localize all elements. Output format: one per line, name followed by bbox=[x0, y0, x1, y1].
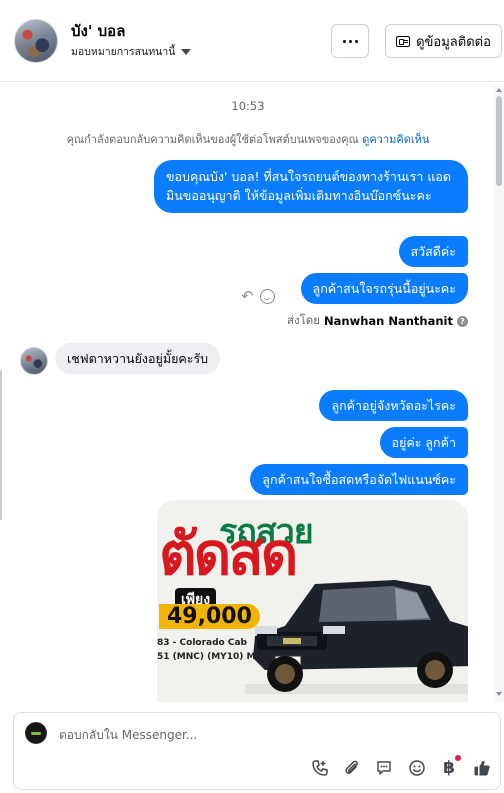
sent-by-name: Nanwhan Nanthanit bbox=[324, 314, 453, 328]
assign-conversation-dropdown[interactable]: มอบหมายการสนทนานี้ bbox=[71, 43, 192, 60]
scroll-up-arrow-icon[interactable] bbox=[496, 88, 502, 92]
message-timestamp: 10:53 bbox=[231, 99, 265, 113]
message-thread[interactable]: 10:53 คุณกำลังตอบกลับความคิดเห็นของผู้ใช… bbox=[3, 84, 493, 702]
outgoing-message[interactable]: สวัสดีค่ะ bbox=[398, 236, 468, 268]
help-icon[interactable]: ? bbox=[457, 315, 468, 327]
incoming-message[interactable]: เชฟตาหวานยังอยู่มั้ยคะรับ bbox=[55, 343, 221, 375]
attachment-icon[interactable] bbox=[342, 758, 362, 778]
outgoing-message[interactable]: ลูกค้าสนใจซื้อสดหรือจัดไฟแนนซ์คะ bbox=[250, 464, 468, 496]
reply-icon[interactable]: ↶ bbox=[241, 287, 254, 305]
conversation-header: บัง' บอล มอบหมายการสนทนานี้ ดูข้อมูลติดต… bbox=[0, 0, 504, 82]
scrollbar-thumb[interactable] bbox=[496, 96, 502, 186]
view-comment-link[interactable]: ดูความคิดเห็น bbox=[362, 133, 429, 146]
sent-by-label: ส่งโดย bbox=[286, 313, 321, 327]
contact-avatar[interactable] bbox=[14, 19, 58, 63]
contact-name[interactable]: บัง' บอล bbox=[71, 19, 125, 43]
like-thumb-icon[interactable] bbox=[472, 758, 492, 778]
saved-replies-icon[interactable] bbox=[374, 758, 394, 778]
outgoing-message[interactable]: อยู่ค่ะ ลูกค้า bbox=[379, 427, 468, 459]
outgoing-message[interactable]: ลูกค้าสนใจรถรุ่นนี้อยู่นะคะ bbox=[300, 273, 468, 305]
view-contact-info-label: ดูข้อมูลติดต่อ bbox=[416, 34, 491, 50]
payment-baht-icon[interactable]: ฿ bbox=[439, 758, 459, 778]
react-emoji-icon[interactable] bbox=[259, 288, 275, 304]
sender-avatar[interactable] bbox=[20, 347, 48, 375]
assign-label: มอบหมายการสนทนานี้ bbox=[71, 46, 176, 58]
more-dots-icon bbox=[342, 39, 358, 43]
contact-card-icon bbox=[396, 35, 411, 47]
message-actions: ↶ bbox=[241, 287, 275, 305]
page-avatar bbox=[25, 722, 47, 744]
reply-input[interactable]: ตอบกลับใน Messenger... bbox=[59, 726, 197, 745]
sent-by-info: ส่งโดย Nanwhan Nanthanit ? bbox=[287, 312, 468, 330]
more-options-button[interactable] bbox=[331, 24, 369, 58]
outgoing-message[interactable]: ขอบคุณบัง' บอล! ที่สนใจรถยนต์ของทางร้านเ… bbox=[154, 160, 468, 213]
promo-model-line: 51 (MNC) (MY10) M bbox=[157, 652, 256, 662]
emoji-icon[interactable] bbox=[407, 758, 427, 778]
left-panel-edge bbox=[0, 370, 2, 520]
caret-down-icon bbox=[181, 48, 192, 55]
call-icon[interactable] bbox=[310, 758, 330, 778]
comment-reply-notice: คุณกำลังตอบกลับความคิดเห็นของผู้ใช้ต่อโพ… bbox=[3, 130, 493, 148]
promo-model-line: 83 - Colorado Cab bbox=[157, 638, 247, 648]
car-promo-image[interactable]: รถสวย ตัดสด เพียง 49,000 83 - Colorado C… bbox=[157, 500, 468, 702]
outgoing-message[interactable]: ลูกค้าอยู่จังหวัดอะไรคะ bbox=[319, 390, 468, 422]
reply-composer: ตอบกลับใน Messenger... ฿ bbox=[13, 712, 501, 790]
pickup-truck-image bbox=[245, 580, 468, 694]
scroll-down-arrow-icon[interactable] bbox=[496, 692, 502, 696]
notice-text: คุณกำลังตอบกลับความคิดเห็นของผู้ใช้ต่อโพ… bbox=[66, 133, 359, 146]
view-contact-info-button[interactable]: ดูข้อมูลติดต่อ bbox=[385, 24, 502, 58]
